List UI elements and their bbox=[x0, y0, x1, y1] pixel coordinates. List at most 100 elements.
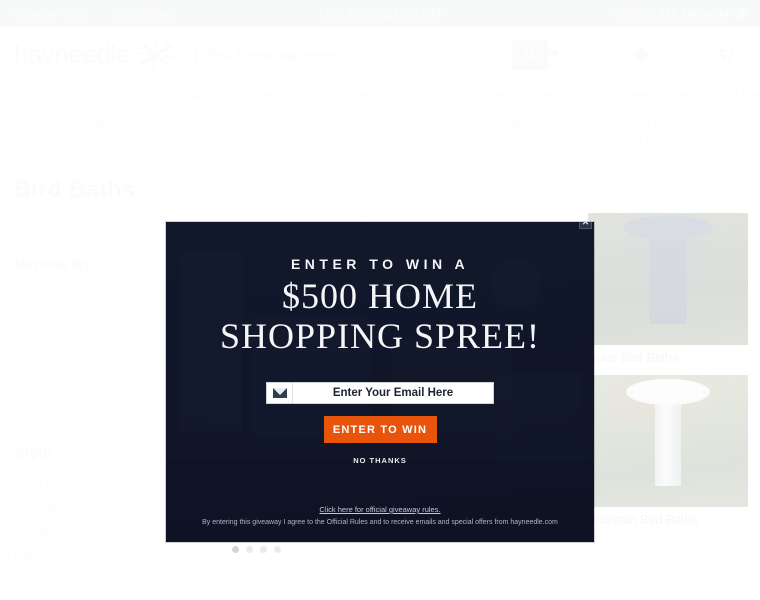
promo-living-room[interactable]: Living Room Sale Up to 55% off › bbox=[571, 110, 760, 153]
search-icon bbox=[523, 48, 536, 61]
promo-percent: 50% bbox=[277, 132, 300, 145]
header-actions: ❤ Favorites Account 0 bbox=[548, 46, 746, 63]
utility-links: Shop by Room Style Gallery bbox=[14, 8, 176, 20]
cart-button[interactable]: 0 bbox=[717, 47, 746, 62]
narrow-by-heading: Narrow By bbox=[14, 256, 92, 273]
facet-resin[interactable]: Resin bbox=[14, 406, 148, 431]
promo-sub: Up to 50% off › bbox=[248, 132, 321, 147]
utility-link-style-gallery[interactable]: Style Gallery bbox=[111, 8, 176, 20]
giveaway-modal: ✕ ENTER TO WIN A $500 HOME SHOPPING SPRE… bbox=[166, 222, 594, 542]
site-header: hayneedle Find Everything Home ❤ Favorit… bbox=[0, 27, 760, 82]
shop-all-link[interactable]: Shop All bbox=[14, 213, 148, 242]
account-button[interactable]: Account bbox=[633, 46, 699, 63]
facet-copper[interactable]: Copper bbox=[14, 331, 148, 356]
facet-modern-abstract[interactable]: Modern & Abstract bbox=[14, 595, 148, 600]
promo-title: Mother's Day Event bbox=[237, 117, 333, 130]
close-modal-button[interactable]: ✕ bbox=[579, 222, 592, 229]
envelope-icon bbox=[267, 383, 293, 403]
account-label: Account bbox=[651, 47, 699, 62]
breadcrumb-item-hayneedle[interactable]: Hayneedle bbox=[14, 162, 64, 174]
search-input[interactable] bbox=[195, 39, 512, 70]
bird-bath-fountain-image bbox=[588, 375, 748, 507]
facet-heated[interactable]: Heated bbox=[14, 570, 148, 595]
breadcrumb-separator-icon: › bbox=[68, 162, 72, 174]
modal-headline-line-2: SHOPPING SPREE! bbox=[219, 316, 541, 356]
facet-glass[interactable]: Glass bbox=[14, 356, 148, 381]
modal-headline: $500 HOME SHOPPING SPREE! bbox=[166, 276, 594, 356]
promo-suffix: off › bbox=[109, 132, 132, 145]
facet-metal[interactable]: Metal bbox=[14, 381, 148, 406]
giveaway-rules-link[interactable]: Click here for official giveaway rules. bbox=[166, 505, 594, 514]
utility-link-shop-by-room[interactable]: Shop by Room bbox=[14, 8, 89, 20]
nav-item-furniture[interactable]: Furniture bbox=[72, 90, 118, 102]
call-us-group: Call Us: 888.880.4884 bbox=[615, 7, 748, 20]
nav-item-seasonal[interactable]: Seasonal bbox=[671, 90, 719, 102]
rail-card-solar[interactable]: Solar Bird Baths bbox=[588, 213, 748, 365]
promo-prefix: Up to bbox=[248, 132, 278, 145]
facet-fountain[interactable]: Fountain bbox=[14, 495, 148, 520]
promo-title: Living Room Sale bbox=[622, 117, 709, 130]
style-heading: Style bbox=[14, 445, 52, 462]
filter-sidebar: Shop All Narrow By Cast Stone Ceramic Co… bbox=[0, 213, 148, 600]
chat-diamond-icon[interactable] bbox=[735, 7, 748, 20]
rail-card-caption: Fountain Bird Baths bbox=[588, 513, 698, 527]
bird-bath-solar-image bbox=[588, 213, 748, 345]
nav-item-outdoor[interactable]: Outdoor bbox=[14, 90, 56, 102]
favorites-button[interactable]: ❤ Favorites bbox=[548, 46, 618, 63]
carousel-dot-4[interactable] bbox=[274, 546, 281, 553]
breadcrumb-separator-icon: › bbox=[157, 162, 161, 174]
nav-item-kitchen-dining[interactable]: Kitchen & Dining bbox=[333, 90, 418, 102]
page-title: Bird Baths bbox=[14, 176, 136, 202]
promo-porch-patio[interactable]: Porch & Patio Event Up to 55% off › bbox=[0, 110, 191, 153]
phone-number[interactable]: 888.880.4884 bbox=[658, 8, 729, 20]
facet-hanging[interactable]: Hanging bbox=[14, 545, 148, 570]
promo-suffix: off › bbox=[680, 132, 702, 145]
nav-item-more[interactable]: More ... bbox=[735, 90, 760, 102]
promo-prefix: Up to bbox=[58, 132, 88, 145]
promo-bar-stool[interactable]: Bar Stool & Dining Chair Sale Up to 50% … bbox=[381, 110, 571, 153]
cart-icon bbox=[717, 47, 733, 61]
carousel-dot-2[interactable] bbox=[246, 546, 253, 553]
rail-card-fountain[interactable]: Fountain Bird Baths bbox=[588, 375, 748, 527]
promo-suffix: off › bbox=[489, 132, 512, 145]
promo-mothers-day[interactable]: Mother's Day Event Up to 50% off › bbox=[190, 110, 381, 153]
page-root: Shop by Room Style Gallery Free Shipping… bbox=[0, 0, 760, 600]
enter-to-win-button[interactable]: ENTER TO WIN bbox=[323, 416, 437, 443]
site-logo-text[interactable]: hayneedle bbox=[14, 39, 130, 70]
carousel-dots bbox=[232, 546, 281, 553]
email-signup-form bbox=[166, 382, 594, 404]
promo-sub: Up to 55% off › bbox=[58, 132, 131, 147]
search-bar bbox=[195, 39, 548, 70]
nav-item-baby-kids[interactable]: Baby & Kids bbox=[180, 90, 243, 102]
rail-card-caption: Solar Bird Baths bbox=[588, 351, 679, 365]
nav-item-lighting[interactable]: Lighting bbox=[434, 90, 474, 102]
no-thanks-button[interactable]: NO THANKS bbox=[166, 456, 594, 465]
carousel-dot-3[interactable] bbox=[260, 546, 267, 553]
facet-ceramic[interactable]: Ceramic bbox=[14, 306, 148, 331]
nav-item-bed-bath[interactable]: Bed & Bath bbox=[259, 90, 317, 102]
nav-item-pet-supplies[interactable]: Pet Supplies bbox=[490, 90, 555, 102]
promo-sub: Up to 50% off › bbox=[439, 132, 512, 147]
promo-title: Porch & Patio Event bbox=[45, 117, 144, 130]
nav-item-sports-fitness[interactable]: Sports & Fitness bbox=[571, 90, 655, 102]
breadcrumb-item-outdoor[interactable]: Outdoor bbox=[76, 162, 114, 174]
email-input[interactable] bbox=[293, 383, 493, 403]
account-icon bbox=[633, 46, 650, 63]
modal-content: ENTER TO WIN A $500 HOME SHOPPING SPREE!… bbox=[166, 222, 594, 465]
facet-deck-mount[interactable]: Deck Mount bbox=[14, 470, 148, 495]
favorites-label: Favorites bbox=[564, 47, 618, 62]
breadcrumb-item-decor[interactable]: Decor bbox=[125, 162, 153, 174]
modal-fine-print: Click here for official giveaway rules. … bbox=[166, 505, 594, 528]
modal-headline-line-1: $500 HOME bbox=[282, 276, 478, 316]
promo-percent: 55% bbox=[87, 132, 110, 145]
breadcrumb: Hayneedle › Outdoor › Decor › Bird Baths bbox=[0, 154, 760, 174]
facet-cast-stone[interactable]: Cast Stone bbox=[14, 281, 148, 306]
search-button[interactable] bbox=[511, 39, 548, 70]
modal-kicker: ENTER TO WIN A bbox=[290, 256, 470, 272]
promo-suffix: off › bbox=[299, 132, 322, 145]
cart-count: 0 bbox=[738, 47, 746, 62]
carousel-dot-1[interactable] bbox=[232, 546, 239, 553]
breadcrumb-item-bird-baths: Bird Baths bbox=[164, 162, 214, 174]
nav-item-decor[interactable]: Decor bbox=[134, 90, 165, 102]
facet-ground[interactable]: Ground bbox=[14, 520, 148, 545]
